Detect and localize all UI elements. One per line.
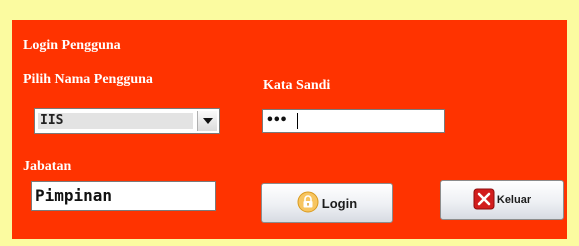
close-icon [473,188,495,213]
chevron-down-icon [203,118,213,124]
dialog-title: Login Pengguna [23,38,121,53]
password-masked-value: ••• [266,113,288,128]
login-button[interactable]: Login [261,183,393,223]
login-button-label: Login [321,195,358,211]
dropdown-arrow-button[interactable] [197,111,217,131]
user-select-label: Pilih Nama Pengguna [23,72,153,87]
lock-icon [297,191,319,216]
text-caret [297,113,298,129]
user-select-value: IIS [38,113,193,129]
password-label: Kata Sandi [263,78,331,93]
role-label: Jabatan [23,159,72,174]
login-panel: Login Pengguna Pilih Nama Pengguna IIS K… [12,20,567,239]
user-select-dropdown[interactable]: IIS [34,108,220,134]
exit-button-label: Keluar [496,194,532,206]
password-field[interactable]: ••• [262,109,445,133]
exit-button[interactable]: Keluar [440,180,564,220]
role-field[interactable]: Pimpinan [31,181,216,211]
